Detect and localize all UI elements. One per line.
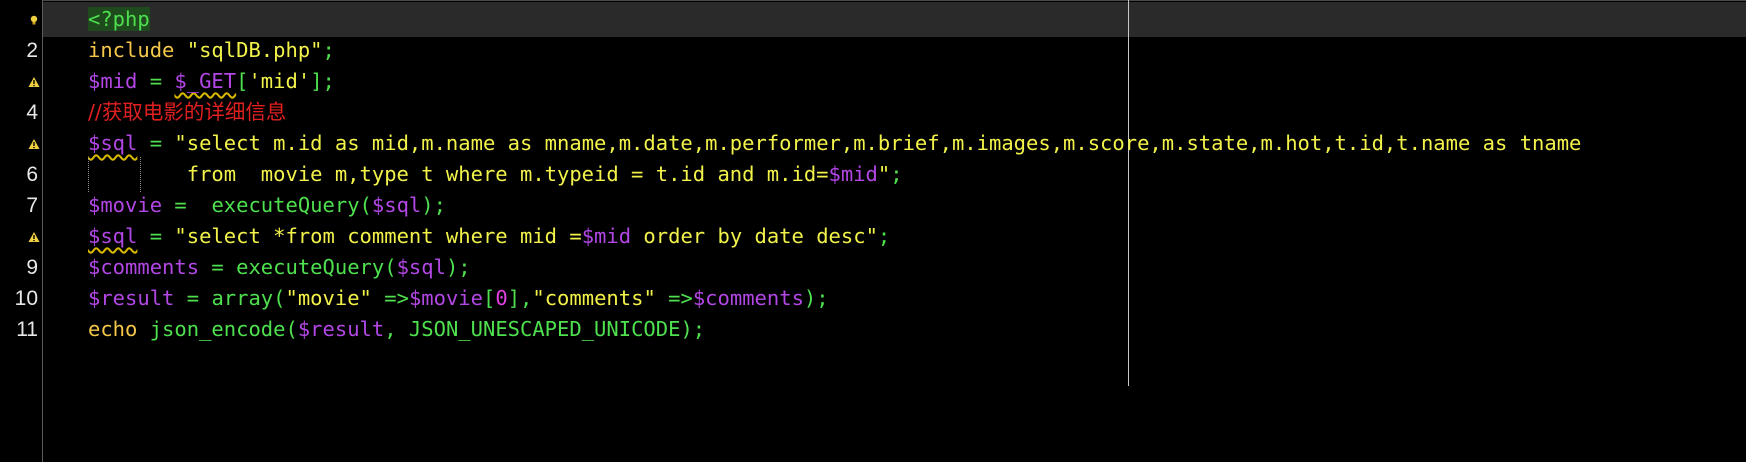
code-text[interactable]: <?php	[88, 2, 150, 37]
code-line-3[interactable]: $mid = $_GET['mid'];	[0, 64, 1746, 99]
code-text[interactable]: echo json_encode($result, JSON_UNESCAPED…	[88, 312, 705, 347]
code-line-1[interactable]: <?php	[0, 2, 1746, 37]
line-number: 7	[26, 194, 38, 217]
code-text[interactable]: $comments = executeQuery($sql);	[88, 250, 471, 285]
code-line-8[interactable]: $sql = "select *from comment where mid =…	[0, 219, 1746, 254]
code-line-9[interactable]: 9 $comments = executeQuery($sql);	[0, 250, 1746, 285]
code-text[interactable]: //获取电影的详细信息	[88, 95, 286, 130]
code-line-2[interactable]: 2 include "sqlDB.php";	[0, 33, 1746, 68]
warning-icon[interactable]	[28, 138, 40, 150]
line-number: 9	[26, 256, 38, 279]
code-line-10[interactable]: 10 $result = array("movie" =>$movie[0],"…	[0, 281, 1746, 316]
warning-icon[interactable]	[28, 76, 40, 88]
code-text[interactable]: $result = array("movie" =>$movie[0],"com…	[88, 281, 829, 316]
code-text[interactable]: $sql = "select m.id as mid,m.name as mna…	[88, 126, 1581, 161]
line-number: 6	[26, 163, 38, 186]
code-line-6[interactable]: 6 from movie m,type t where m.typeid = t…	[0, 157, 1746, 192]
code-text[interactable]: from movie m,type t where m.typeid = t.i…	[88, 157, 903, 192]
comment: //获取电影的详细信息	[88, 100, 287, 124]
warning-icon[interactable]	[28, 231, 40, 243]
code-text[interactable]: include "sqlDB.php";	[88, 33, 335, 68]
bulb-icon[interactable]	[28, 14, 40, 26]
line-number: 11	[16, 318, 38, 341]
code-editor[interactable]: <?php 2 include "sqlDB.php"; $mid = $_GE…	[0, 0, 1746, 462]
line-number: 2	[26, 39, 38, 62]
code-text[interactable]: $mid = $_GET['mid'];	[88, 64, 335, 99]
code-line-4[interactable]: 4 //获取电影的详细信息	[0, 95, 1746, 130]
line-number: 10	[14, 287, 38, 310]
line-number: 4	[26, 101, 38, 124]
code-text[interactable]: $movie = executeQuery($sql);	[88, 188, 446, 223]
code-line-5[interactable]: $sql = "select m.id as mid,m.name as mna…	[0, 126, 1746, 161]
code-line-7[interactable]: 7 $movie = executeQuery($sql);	[0, 188, 1746, 223]
code-line-11[interactable]: 11 echo json_encode($result, JSON_UNESCA…	[0, 312, 1746, 347]
code-text[interactable]: $sql = "select *from comment where mid =…	[88, 219, 890, 254]
top-border	[0, 0, 1746, 1]
